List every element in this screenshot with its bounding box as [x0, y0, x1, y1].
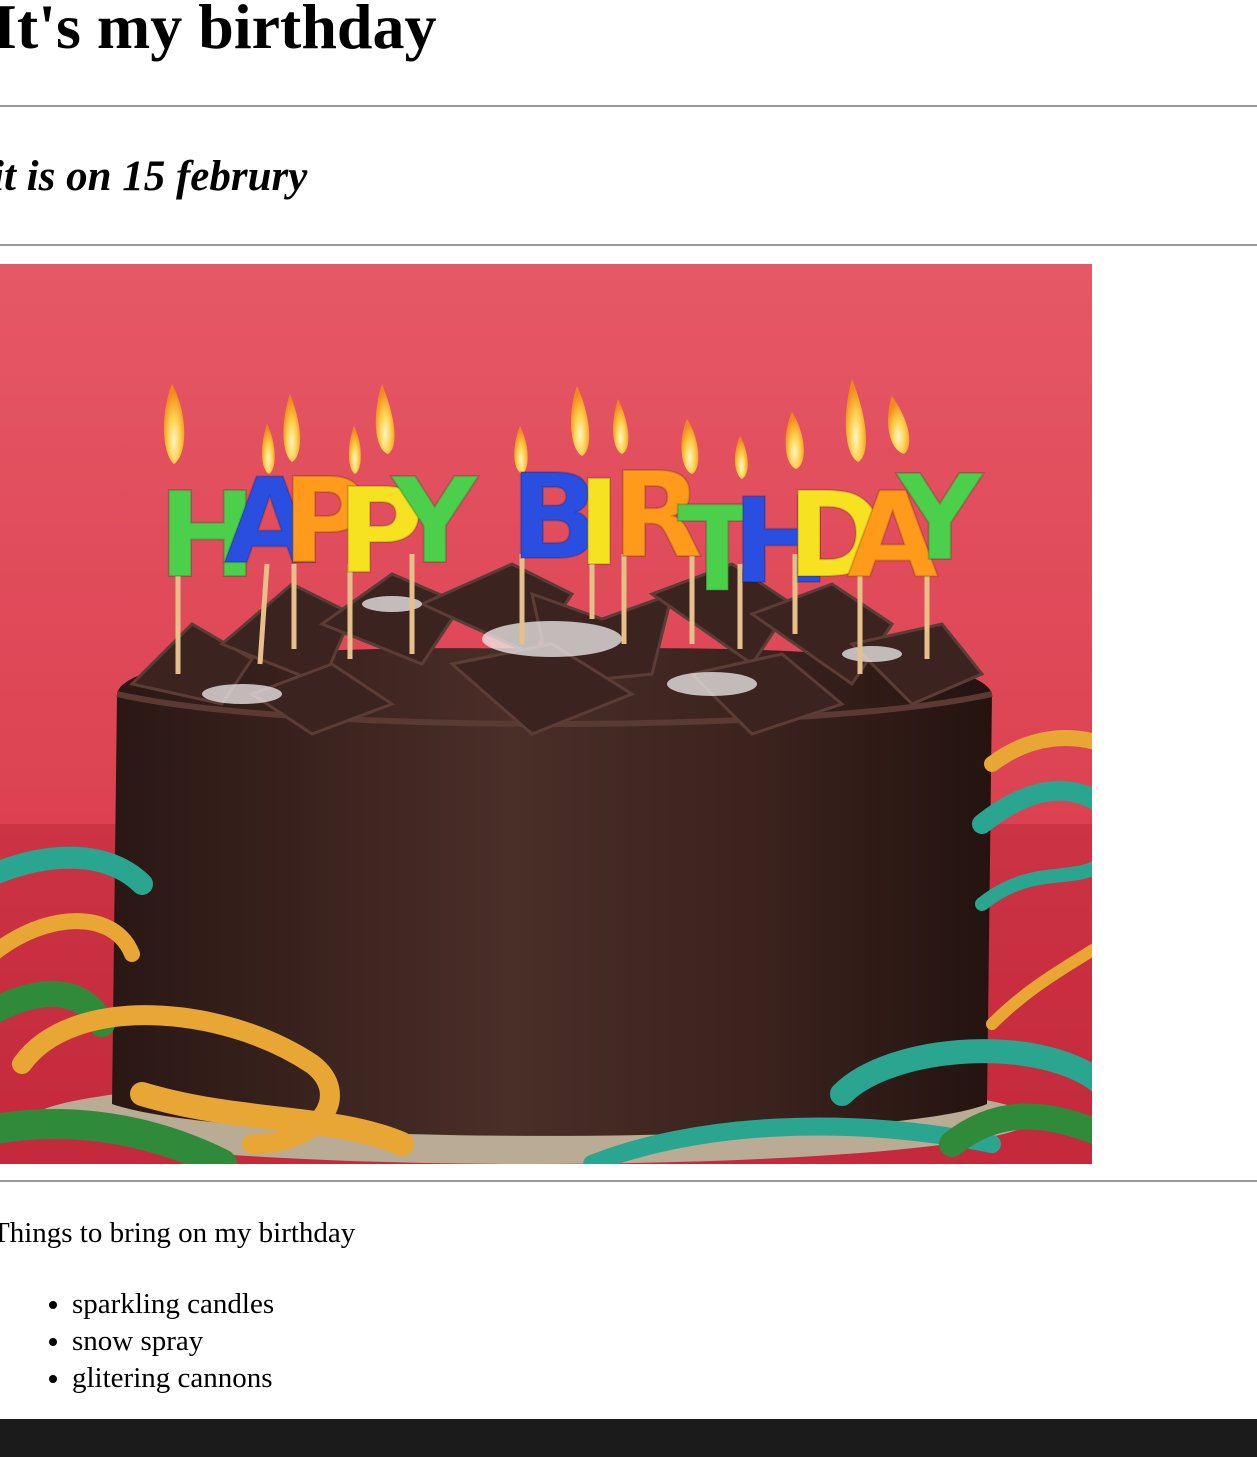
svg-text:Y: Y — [895, 449, 984, 587]
divider — [0, 1180, 1257, 1182]
birthday-date-heading: it is on 15 februry — [0, 153, 308, 200]
divider — [0, 244, 1257, 246]
list-item: sparkling candles — [72, 1286, 274, 1323]
list-item: snow spray — [72, 1323, 274, 1360]
page-title: It's my birthday — [0, 0, 437, 62]
list-intro: Things to bring on my birthday — [0, 1217, 356, 1249]
divider — [0, 105, 1257, 107]
list-item: glitering cannons — [72, 1360, 274, 1397]
svg-text:Y: Y — [390, 452, 479, 590]
birthday-cake-image: H A P P Y B I R T H D A Y — [0, 264, 1092, 1164]
footer-bar — [0, 1419, 1257, 1457]
things-to-bring-list: sparkling candles snow spray glitering c… — [0, 1286, 274, 1397]
